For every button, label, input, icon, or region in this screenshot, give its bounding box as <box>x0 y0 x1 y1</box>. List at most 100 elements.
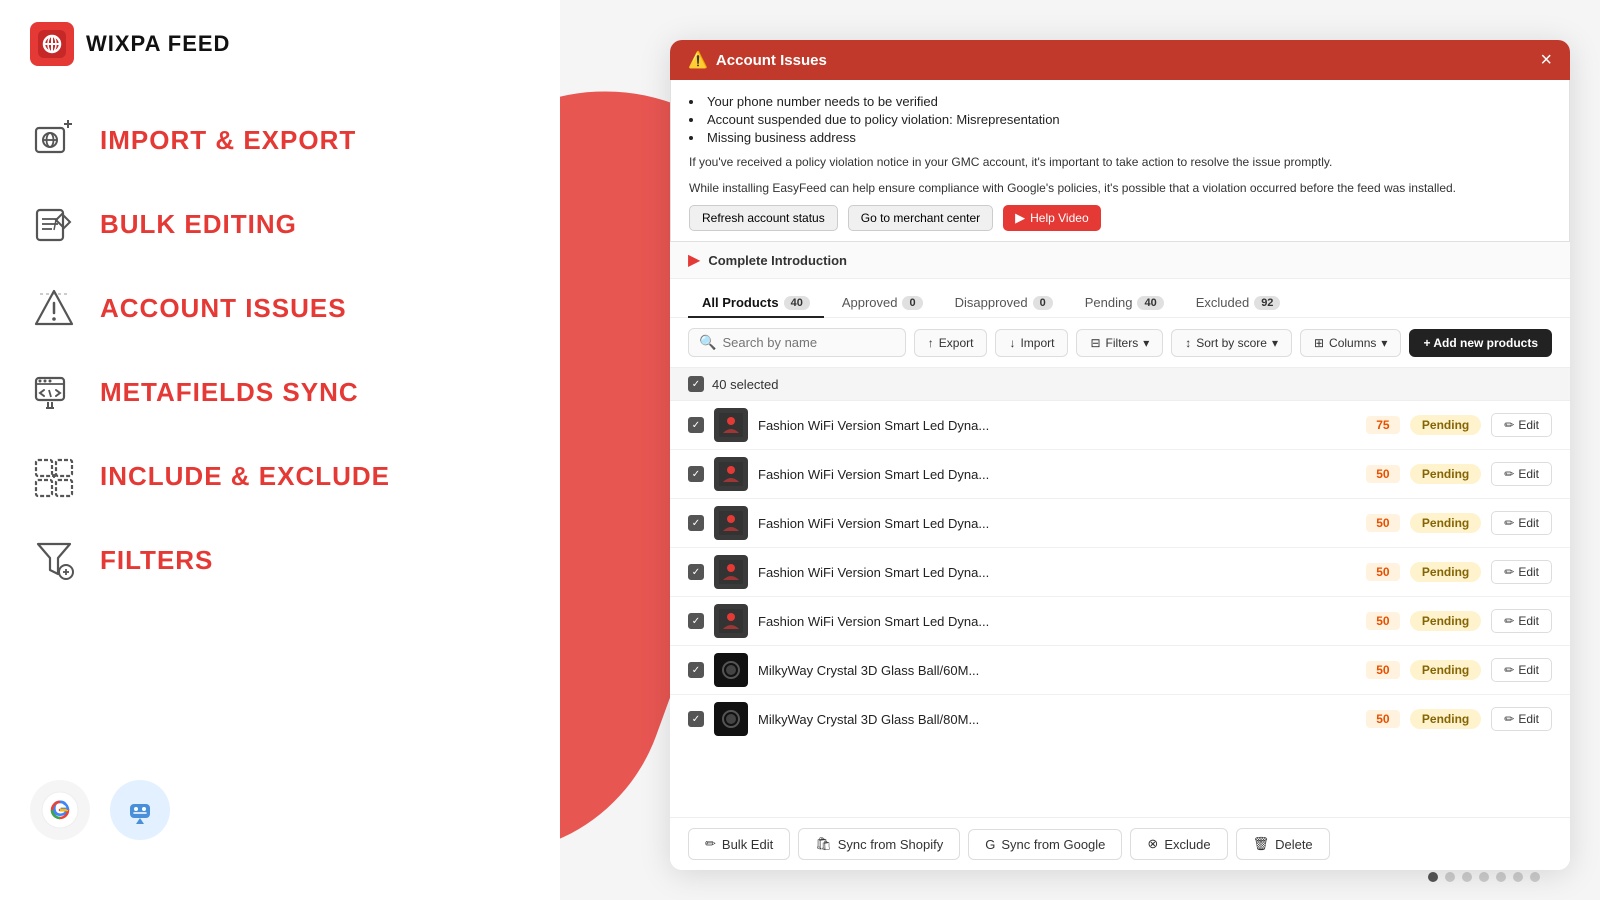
columns-button[interactable]: ⊞ Columns ▾ <box>1300 329 1401 357</box>
issue-item: Account suspended due to policy violatio… <box>689 112 1551 127</box>
edit-button[interactable]: ✏ Edit <box>1491 609 1552 633</box>
pencil-edit-icon: ✏ <box>1504 467 1514 481</box>
globe-box-icon <box>30 116 78 164</box>
account-issues-body: Your phone number needs to be verified A… <box>670 80 1570 242</box>
bulk-edit-button[interactable]: ✏ Bulk Edit <box>688 828 790 860</box>
youtube-icon-intro: ▶ <box>688 250 700 270</box>
tab-disapproved[interactable]: Disapproved 0 <box>941 289 1067 318</box>
product-checkbox[interactable] <box>688 564 704 580</box>
score-badge: 50 <box>1366 514 1400 532</box>
sidebar: WIXPA FEED IMPORT & EXPORT <box>0 0 560 900</box>
banner-close-button[interactable]: × <box>1540 50 1552 70</box>
product-checkbox[interactable] <box>688 711 704 727</box>
pagination-dot[interactable] <box>1462 872 1472 882</box>
status-badge: Pending <box>1410 513 1481 533</box>
banner-title: Account Issues <box>716 52 827 69</box>
import-button[interactable]: ↓ Import <box>995 329 1068 357</box>
toolbar: 🔍 ↑ Export ↓ Import ⊟ Filters ▾ ↕ Sort b… <box>670 318 1570 368</box>
product-name: Fashion WiFi Version Smart Led Dyna... <box>758 418 1356 433</box>
product-name: Fashion WiFi Version Smart Led Dyna... <box>758 516 1356 531</box>
search-box[interactable]: 🔍 <box>688 328 906 357</box>
sort-icon: ↕ <box>1185 336 1191 350</box>
sidebar-label-include-exclude: INCLUDE & EXCLUDE <box>100 461 390 492</box>
score-badge: 75 <box>1366 416 1400 434</box>
product-thumbnail <box>714 653 748 687</box>
edit-button[interactable]: ✏ Edit <box>1491 560 1552 584</box>
pagination-dot[interactable] <box>1496 872 1506 882</box>
edit-button[interactable]: ✏ Edit <box>1491 658 1552 682</box>
youtube-icon: ▶ <box>1015 210 1025 226</box>
tab-pending[interactable]: Pending 40 <box>1071 289 1178 318</box>
edit-button[interactable]: ✏ Edit <box>1491 511 1552 535</box>
refresh-account-button[interactable]: Refresh account status <box>689 205 838 231</box>
issues-list: Your phone number needs to be verified A… <box>689 94 1551 145</box>
score-badge: 50 <box>1366 710 1400 728</box>
product-checkbox[interactable] <box>688 466 704 482</box>
app-name: WIXPA FEED <box>86 31 230 57</box>
pagination-dot[interactable] <box>1513 872 1523 882</box>
selection-icon <box>30 452 78 500</box>
sort-button[interactable]: ↕ Sort by score ▾ <box>1171 329 1292 357</box>
tab-all-products[interactable]: All Products 40 <box>688 289 824 318</box>
delete-button[interactable]: 🗑 Delete <box>1236 828 1330 860</box>
warning-icon <box>30 284 78 332</box>
pagination-dot[interactable] <box>1428 872 1438 882</box>
sidebar-item-account-issues[interactable]: ACCOUNT ISSUES <box>0 266 560 350</box>
sidebar-label-filters: FILTERS <box>100 545 213 576</box>
status-badge: Pending <box>1410 562 1481 582</box>
edit-button[interactable]: ✏ Edit <box>1491 462 1552 486</box>
tabs-row: All Products 40 Approved 0 Disapproved 0… <box>670 279 1570 318</box>
filter-icon <box>30 536 78 584</box>
merchant-center-button[interactable]: Go to merchant center <box>848 205 993 231</box>
logo-area: WIXPA FEED <box>0 0 560 88</box>
code-icon <box>30 368 78 416</box>
exclude-icon: ⊗ <box>1147 836 1158 852</box>
sidebar-label-metafields-sync: METAFIELDS SYNC <box>100 377 359 408</box>
product-checkbox[interactable] <box>688 662 704 678</box>
pagination-dot[interactable] <box>1445 872 1455 882</box>
export-icon: ↑ <box>928 336 934 350</box>
search-icon: 🔍 <box>699 334 716 351</box>
sync-shopify-button[interactable]: 🛍 Sync from Shopify <box>798 828 960 860</box>
exclude-button[interactable]: ⊗ Exclude <box>1130 828 1227 860</box>
complete-intro-label: Complete Introduction <box>708 253 847 268</box>
sync-google-button[interactable]: G Sync from Google <box>968 829 1122 860</box>
edit-button[interactable]: ✏ Edit <box>1491 707 1552 731</box>
sidebar-item-metafields-sync[interactable]: METAFIELDS SYNC <box>0 350 560 434</box>
product-name: Fashion WiFi Version Smart Led Dyna... <box>758 614 1356 629</box>
columns-icon: ⊞ <box>1314 336 1324 350</box>
banner-title-row: ⚠️ Account Issues <box>688 50 827 70</box>
bottom-action-bar: ✏ Bulk Edit 🛍 Sync from Shopify G Sync f… <box>670 817 1570 870</box>
sidebar-item-import-export[interactable]: IMPORT & EXPORT <box>0 98 560 182</box>
pencil-icon <box>30 200 78 248</box>
pencil-edit-icon: ✏ <box>1504 565 1514 579</box>
app-logo-icon <box>30 22 74 66</box>
search-input[interactable] <box>722 335 894 350</box>
tag-partner-logo <box>110 780 170 840</box>
select-all-checkbox[interactable] <box>688 376 704 392</box>
export-button[interactable]: ↑ Export <box>914 329 988 357</box>
edit-button[interactable]: ✏ Edit <box>1491 413 1552 437</box>
add-new-products-button[interactable]: + Add new products <box>1409 329 1552 357</box>
chevron-down-icon: ▾ <box>1143 336 1149 350</box>
sidebar-item-include-exclude[interactable]: INCLUDE & EXCLUDE <box>0 434 560 518</box>
pagination-dot[interactable] <box>1479 872 1489 882</box>
tab-approved[interactable]: Approved 0 <box>828 289 937 318</box>
nav-items: IMPORT & EXPORT BULK EDITING <box>0 88 560 612</box>
product-checkbox[interactable] <box>688 515 704 531</box>
tab-excluded[interactable]: Excluded 92 <box>1182 289 1295 318</box>
pagination-dot[interactable] <box>1530 872 1540 882</box>
bulk-edit-icon: ✏ <box>705 836 716 852</box>
sidebar-item-bulk-editing[interactable]: BULK EDITING <box>0 182 560 266</box>
filters-button[interactable]: ⊟ Filters ▾ <box>1076 329 1163 357</box>
complete-intro[interactable]: ▶ Complete Introduction <box>670 242 1570 279</box>
help-video-button[interactable]: ▶ Help Video <box>1003 205 1101 231</box>
product-name: Fashion WiFi Version Smart Led Dyna... <box>758 565 1356 580</box>
main-panel: ⚠️ Account Issues × Your phone number ne… <box>670 40 1570 870</box>
product-checkbox[interactable] <box>688 613 704 629</box>
partner-logos: G <box>30 780 170 840</box>
product-name: MilkyWay Crystal 3D Glass Ball/60M... <box>758 663 1356 678</box>
issues-description-2: While installing EasyFeed can help ensur… <box>689 179 1551 197</box>
product-checkbox[interactable] <box>688 417 704 433</box>
sidebar-item-filters[interactable]: FILTERS <box>0 518 560 602</box>
